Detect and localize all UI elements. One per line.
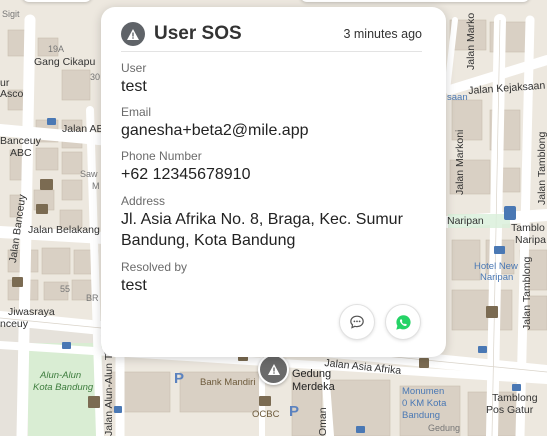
map-label: Jalan Tamblong xyxy=(536,131,547,205)
popup-title: User SOS xyxy=(154,23,242,44)
svg-text:P: P xyxy=(174,370,184,387)
map-label: Gang Cikapu xyxy=(34,56,96,68)
field-value: Jl. Asia Afrika No. 8, Braga, Kec. Sumur… xyxy=(121,211,403,249)
map-label: Asco xyxy=(0,88,24,100)
map-label: nceuy xyxy=(0,318,29,330)
map-label: Monumen xyxy=(402,386,445,397)
field-label: Email xyxy=(121,105,152,119)
field-value: +62 12345678910 xyxy=(121,166,251,183)
field-value: test xyxy=(121,78,147,95)
map-label: Tamblong xyxy=(492,392,538,404)
field-label: Address xyxy=(121,194,166,208)
field-label: Resolved by xyxy=(121,260,188,274)
map-label: Kota Bandung xyxy=(33,382,94,393)
field-value: test xyxy=(121,277,147,294)
field-resolved-by: Resolved by test xyxy=(121,260,426,296)
divider xyxy=(121,51,422,52)
field-value: ganesha+beta2@mile.app xyxy=(121,122,309,139)
map-label: Gedung xyxy=(428,423,461,433)
sos-popup-card: User SOS 3 minutes ago User test Email g… xyxy=(101,7,446,357)
map-control-pill[interactable] xyxy=(22,0,92,2)
map-label: saan xyxy=(447,92,468,103)
map-label: Bandung xyxy=(402,410,441,421)
whatsapp-button[interactable] xyxy=(385,304,421,340)
map-label: M xyxy=(92,181,100,191)
map-label: BR xyxy=(86,293,99,303)
chat-bubble-icon xyxy=(350,315,364,329)
field-address: Address Jl. Asia Afrika No. 8, Braga, Ke… xyxy=(121,194,426,251)
map-label: OCBC xyxy=(252,409,280,420)
map-label: Sigit xyxy=(2,9,20,19)
map-label: Alun-Alun xyxy=(40,370,82,381)
map-label: Jalan AB xyxy=(62,123,104,135)
map-label: Banceuy xyxy=(0,135,41,147)
map-label: Naripa xyxy=(515,234,546,246)
map-label: Merdeka xyxy=(292,381,335,393)
map-label: ABC xyxy=(10,147,32,159)
map-label: Jiwasraya xyxy=(8,306,55,318)
map-label: Bank Mandiri xyxy=(200,377,256,388)
warning-icon xyxy=(127,28,139,40)
map-label: Jalan Markoni xyxy=(454,129,466,195)
map-label: ur xyxy=(0,77,10,89)
map-label: 19A xyxy=(48,44,65,54)
map-label: Hotel New xyxy=(474,261,518,272)
map-label: Naripan xyxy=(480,272,514,283)
field-user: User test xyxy=(121,61,426,97)
warning-badge xyxy=(121,22,145,46)
popup-header: User SOS 3 minutes ago xyxy=(121,19,422,49)
map-label: Oman xyxy=(317,407,329,436)
map-label: Jalan Alun-Alun Tim xyxy=(103,343,115,436)
sos-map-marker[interactable] xyxy=(258,354,289,385)
popup-timestamp: 3 minutes ago xyxy=(343,27,422,41)
map-label: Saw xyxy=(80,169,98,179)
field-label: User xyxy=(121,61,147,75)
whatsapp-icon xyxy=(395,314,411,330)
map-label: Tamblo xyxy=(511,222,545,234)
map-label: Gedung xyxy=(292,368,332,380)
map-label: Naripan xyxy=(447,215,484,227)
field-label: Phone Number xyxy=(121,149,202,163)
map-label: 0 KM Kota xyxy=(402,398,447,409)
map-label: 55 xyxy=(60,284,71,294)
svg-text:P: P xyxy=(289,403,299,420)
map-label: 30 xyxy=(90,72,101,82)
warning-icon xyxy=(267,364,280,375)
map-label: Jalan Marko xyxy=(465,12,477,70)
chat-button[interactable] xyxy=(339,304,375,340)
field-phone: Phone Number +62 12345678910 xyxy=(121,149,426,185)
field-email: Email ganesha+beta2@mile.app xyxy=(121,105,426,141)
map-label: Jalan Belakang xyxy=(28,224,100,236)
map-label: Pos Gatur xyxy=(486,404,534,416)
map-label: Jalan Tamblong xyxy=(521,256,533,330)
map-control-pill[interactable] xyxy=(300,0,530,2)
